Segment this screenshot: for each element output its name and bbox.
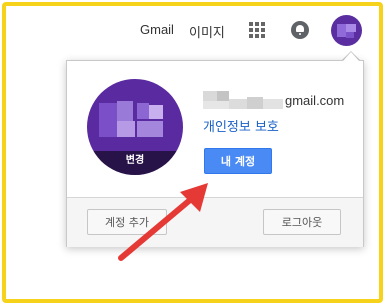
change-photo-label[interactable]: 변경 (87, 151, 183, 175)
email-domain: gmail.com (285, 93, 345, 108)
bell-icon[interactable] (291, 21, 309, 39)
account-popup: 변경 gmail.com 개인정보 보호 내 계정 계정 추가 로그아웃 (66, 60, 364, 247)
my-account-button[interactable]: 내 계정 (204, 148, 272, 174)
images-link[interactable]: 이미지 (189, 22, 225, 41)
popup-caret-fill (343, 52, 359, 61)
redacted-email-block (203, 91, 217, 101)
account-email: gmail.com (203, 91, 353, 111)
gmail-link[interactable]: Gmail (140, 22, 174, 37)
account-avatar-button[interactable] (331, 15, 362, 46)
apps-grid-icon[interactable] (249, 22, 265, 38)
popup-footer: 계정 추가 로그아웃 (67, 197, 363, 247)
logout-button[interactable]: 로그아웃 (263, 209, 341, 235)
add-account-button[interactable]: 계정 추가 (87, 209, 167, 235)
profile-avatar[interactable]: 변경 (87, 79, 183, 175)
google-top-bar: Gmail 이미지 (0, 0, 383, 60)
privacy-link[interactable]: 개인정보 보호 (203, 116, 279, 135)
